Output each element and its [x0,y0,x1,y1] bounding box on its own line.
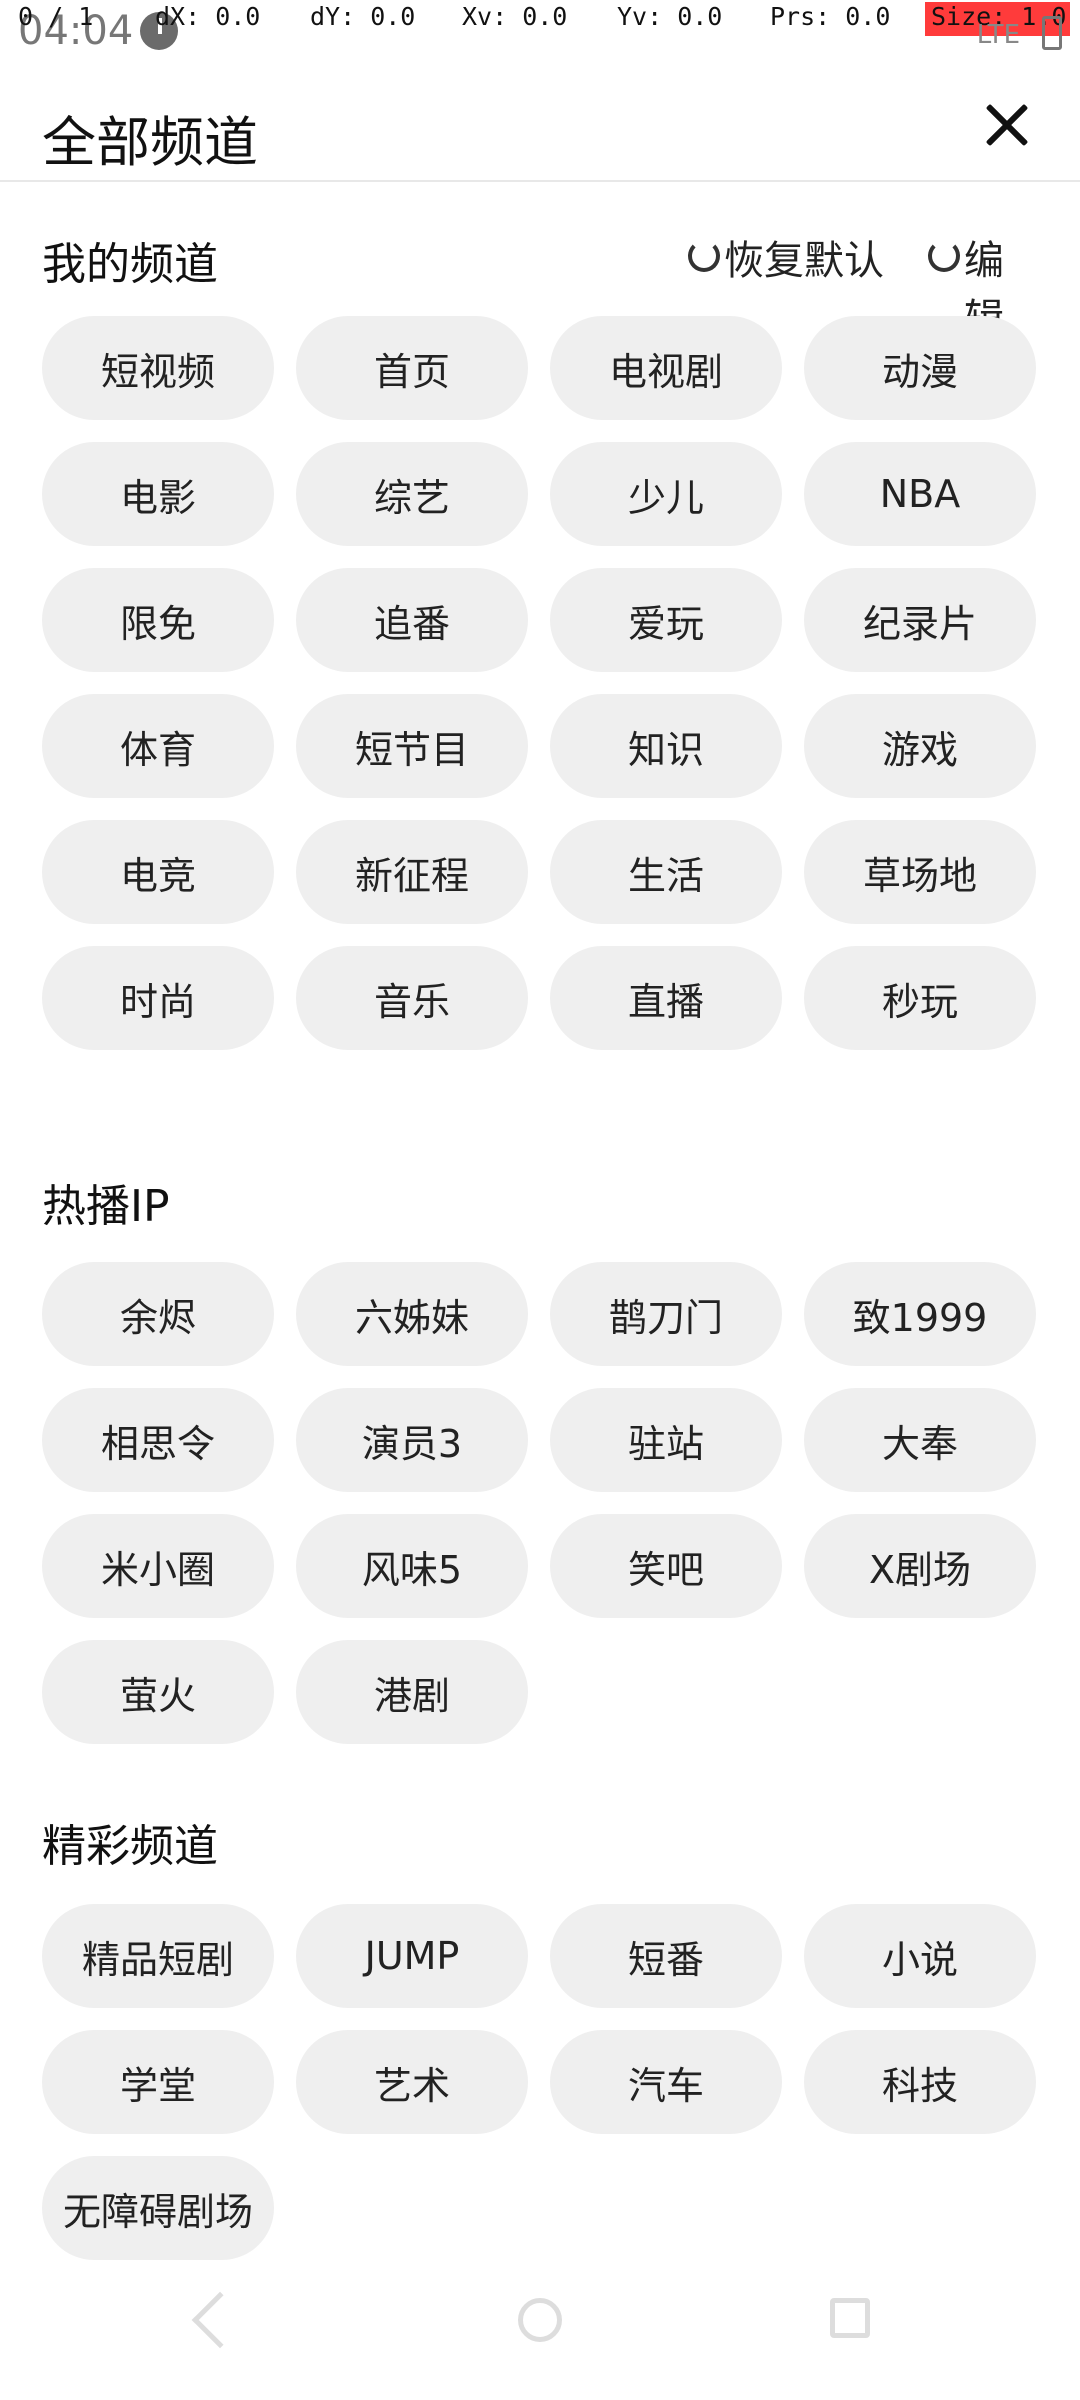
channel-chip[interactable]: JUMP [296,1904,528,2008]
channel-chip[interactable]: 余烬 [42,1262,274,1366]
status-bar: 04:04 0 / 1 dX: 0.0 dY: 0.0 Xv: 0.0 Yv: … [0,0,1080,64]
channel-chip[interactable]: 爱玩 [550,568,782,672]
channel-chip[interactable]: 秒玩 [804,946,1036,1050]
page-title: 全部频道 [42,111,258,174]
channel-chip[interactable]: 科技 [804,2030,1036,2134]
close-icon[interactable] [976,94,1036,156]
pointer-xv: Xv: 0.0 [462,2,568,31]
channel-chip[interactable]: 笑吧 [550,1514,782,1618]
channel-chip[interactable]: 时尚 [42,946,274,1050]
channel-chip[interactable]: 相思令 [42,1388,274,1492]
channel-chip[interactable]: 直播 [550,946,782,1050]
channel-chip[interactable]: 电竞 [42,820,274,924]
channel-chip[interactable]: 首页 [296,316,528,420]
hot-ip-title: 热播IP [42,1181,170,1232]
channel-chip[interactable]: 米小圈 [42,1514,274,1618]
channel-chip[interactable]: 电视剧 [550,316,782,420]
channel-chip[interactable]: X剧场 [804,1514,1036,1618]
restore-default-button[interactable]: 恢复默认 [724,228,884,286]
channel-header: 全部频道 [0,64,1080,182]
channel-chip[interactable]: 草场地 [804,820,1036,924]
my-channels-header: 我的频道 恢复默认 编辑 [42,222,1038,342]
channel-chip[interactable]: 鹊刀门 [550,1262,782,1366]
pointer-pressure: Prs: 0.0 [770,2,891,31]
pointer-debug-overlay: 0 / 1 dX: 0.0 dY: 0.0 Xv: 0.0 Yv: 0.0 Pr… [0,0,1080,36]
channel-chip[interactable]: 大奉 [804,1388,1036,1492]
pointer-dx: dX: 0.0 [155,2,261,31]
recents-icon[interactable] [830,2298,870,2338]
channel-chip[interactable]: 驻站 [550,1388,782,1492]
channel-chip[interactable]: 纪录片 [804,568,1036,672]
channel-chip[interactable]: 演员3 [296,1388,528,1492]
channel-chip[interactable]: 动漫 [804,316,1036,420]
my-channels-grid: 短视频 首页 电视剧 动漫电影 综艺 少儿 NBA 限免 追番 爱玩 纪录片体育 短节目 知识 游戏电竞新… [42,316,1036,1050]
restore-icon[interactable] [682,234,722,274]
channel-chip[interactable]: 短节目 [296,694,528,798]
my-channels-title: 我的频道 [42,239,218,290]
channel-chip[interactable]: 电影 [42,442,274,546]
channel-chip[interactable]: 知识 [550,694,782,798]
channel-chip[interactable]: 限免 [42,568,274,672]
channel-chip[interactable]: 小说 [804,1904,1036,2008]
hot-ip-grid: 余烬 六姊妹 鹊刀门 致1999 相思令 演员3 驻站 大奉米小圈 风味5 笑吧 X剧场萤火 港剧 [42,1262,1036,1744]
channel-chip[interactable]: 精品短剧 [42,1904,274,2008]
channel-chip[interactable]: 学堂 [42,2030,274,2134]
pointer-yv: Yv: 0.0 [617,2,723,31]
edit-icon[interactable] [922,234,962,274]
channel-chip[interactable]: NBA [804,442,1036,546]
network-indicator: LTE [976,20,1020,50]
back-icon[interactable] [191,2291,249,2349]
channel-chip[interactable]: 少儿 [550,442,782,546]
channel-chip[interactable]: 港剧 [296,1640,528,1744]
channel-chip[interactable]: 无障碍剧场 [42,2156,274,2260]
featured-channels-title: 精彩频道 [42,1821,218,1872]
channel-chip[interactable]: 游戏 [804,694,1036,798]
channel-chip[interactable]: 音乐 [296,946,528,1050]
pointer-count: 0 / 1 [18,2,94,31]
channel-chip[interactable]: 短番 [550,1904,782,2008]
channel-chip[interactable]: 综艺 [296,442,528,546]
home-icon[interactable] [518,2298,562,2342]
battery-icon [1042,16,1062,50]
channel-chip[interactable]: 体育 [42,694,274,798]
channel-chip[interactable]: 追番 [296,568,528,672]
channel-chip[interactable]: 短视频 [42,316,274,420]
channel-chip[interactable]: 六姊妹 [296,1262,528,1366]
channel-chip[interactable]: 生活 [550,820,782,924]
channel-chip[interactable]: 艺术 [296,2030,528,2134]
channel-chip[interactable]: 新征程 [296,820,528,924]
channel-chip[interactable]: 致1999 [804,1262,1036,1366]
system-nav-bar [0,2270,1080,2400]
channel-chip[interactable]: 汽车 [550,2030,782,2134]
channel-chip[interactable]: 风味5 [296,1514,528,1618]
featured-channels-grid: 精品短剧 JUMP 短番 小说学堂 艺术 汽车 科技无障碍剧场 [42,1904,1036,2260]
channel-chip[interactable]: 萤火 [42,1640,274,1744]
pointer-dy: dY: 0.0 [310,2,416,31]
